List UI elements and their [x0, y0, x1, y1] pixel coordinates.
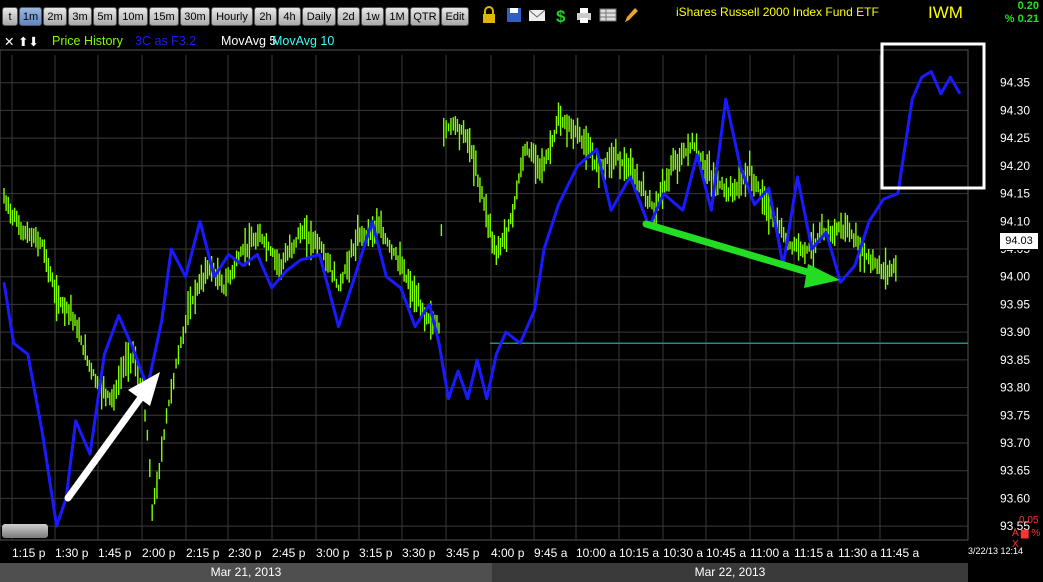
x-tick-label: 10:45 a: [706, 546, 746, 560]
date-bar-day2: Mar 22, 2013: [492, 563, 968, 582]
x-tick-label: 2:15 p: [186, 546, 220, 560]
y-tick-label: 93.85: [1000, 353, 1030, 367]
x-tick-label: 2:30 p: [228, 546, 262, 560]
y-tick-label: 93.95: [1000, 297, 1030, 311]
x-tick-label: 10:00 a: [576, 546, 616, 560]
y-tick-label: 94.30: [1000, 103, 1030, 117]
x-tick-label: 1:30 p: [55, 546, 89, 560]
x-tick-label: 11:15 a: [794, 546, 833, 560]
negative-change-value: 0.05: [1019, 515, 1039, 526]
date-bar-day1: Mar 21, 2013: [0, 563, 492, 582]
scroll-thumb[interactable]: [2, 524, 48, 538]
y-tick-label: 94.15: [1000, 187, 1030, 201]
y-tick-label: 94.25: [1000, 131, 1030, 145]
x-tick-label: 2:45 p: [272, 546, 306, 560]
x-tick-label: 11:45 a: [880, 546, 919, 560]
x-tick-label: 2:00 p: [142, 546, 176, 560]
y-tick-label: 93.90: [1000, 325, 1030, 339]
y-tick-label: 93.75: [1000, 408, 1030, 422]
x-tick-label: 11:00 a: [750, 546, 789, 560]
indicator-3c-line: [2, 70, 962, 528]
x-tick-label: 3:30 p: [402, 546, 436, 560]
y-tick-label: 93.60: [1000, 491, 1030, 505]
y-tick-label: 93.80: [1000, 381, 1030, 395]
x-tick-label: 1:15 p: [12, 546, 46, 560]
x-tick-label: 3:15 p: [359, 546, 393, 560]
x-tick-label: 10:15 a: [619, 546, 659, 560]
x-tick-label: 9:45 a: [534, 546, 568, 560]
highlight-box: [880, 42, 986, 190]
x-tick-label: 10:30 a: [663, 546, 703, 560]
x-tick-label: 1:45 p: [98, 546, 132, 560]
y-tick-label: 93.65: [1000, 464, 1030, 478]
y-tick-label: 94.00: [1000, 270, 1030, 284]
timestamp: 3/22/13 12:14: [968, 546, 1024, 556]
white-arrow-shaft: [64, 392, 146, 502]
x-tick-label: 11:30 a: [838, 546, 877, 560]
y-tick-label: 94.20: [1000, 159, 1030, 173]
price-chart[interactable]: 94.3594.3094.2594.2094.1594.1094.0594.00…: [0, 0, 1043, 582]
green-arrow-head: [804, 264, 840, 288]
y-tick-label: 94.35: [1000, 76, 1030, 90]
x-tick-label: 3:00 p: [316, 546, 350, 560]
last-price-marker: 94.03: [999, 232, 1039, 250]
x-tick-label: 4:00 p: [491, 546, 525, 560]
y-tick-label: 93.70: [1000, 436, 1030, 450]
y-tick-label: 94.10: [1000, 214, 1030, 228]
plot-border: [0, 49, 969, 541]
x-tick-label: 3:45 p: [446, 546, 480, 560]
